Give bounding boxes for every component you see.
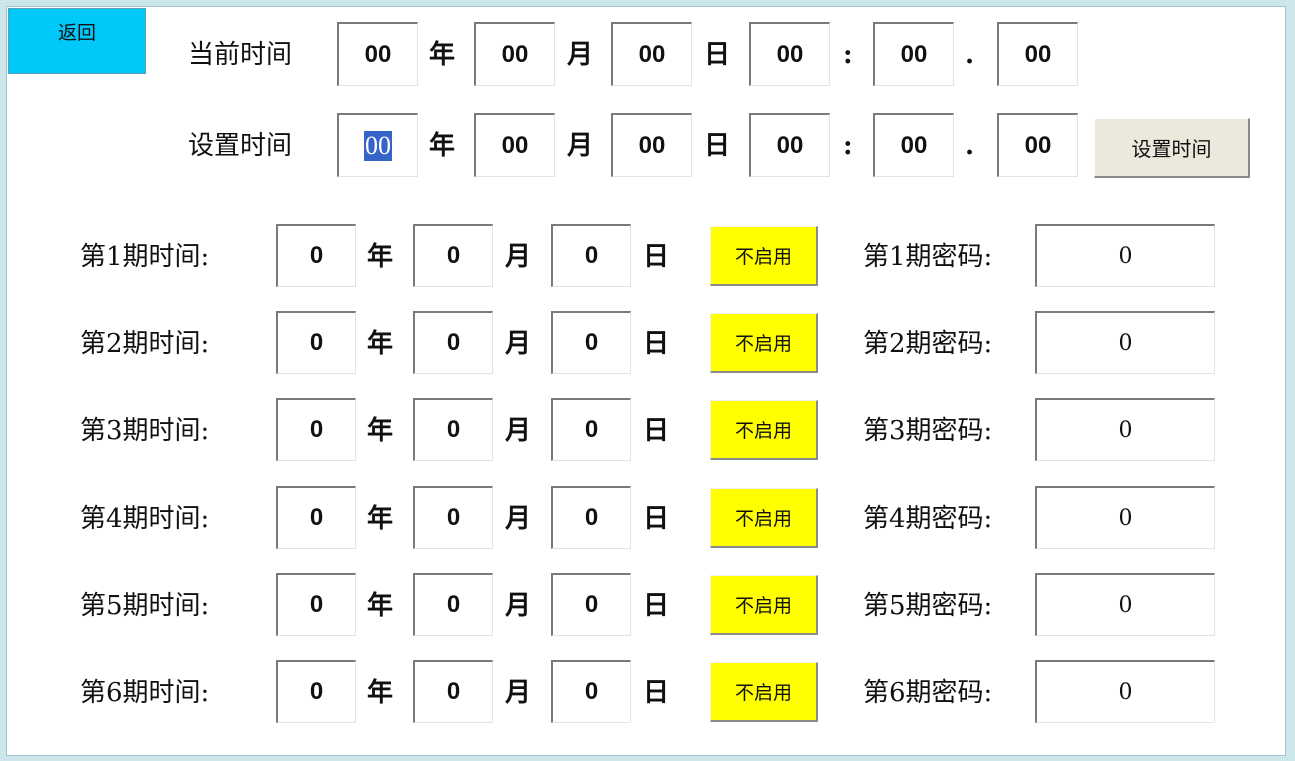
month-unit: 月: [505, 416, 532, 446]
set-time-label: 设置时间: [188, 131, 293, 161]
day-unit: 日: [643, 678, 670, 708]
period-time-label: 第6期时间:: [80, 678, 210, 708]
colon-separator: :: [843, 131, 853, 161]
period-year-field[interactable]: 0: [276, 486, 356, 549]
year-unit: 年: [367, 242, 394, 272]
period-password-field[interactable]: 0: [1035, 224, 1215, 287]
set-hour-field[interactable]: 00: [749, 113, 830, 177]
period-password-label: 第2期密码:: [863, 329, 993, 359]
dot-separator: .: [965, 131, 975, 161]
month-unit: 月: [505, 242, 532, 272]
year-unit: 年: [367, 416, 394, 446]
set-day-field[interactable]: 00: [611, 113, 692, 177]
period-disable-toggle-button[interactable]: 不启用: [710, 575, 818, 635]
period-time-label: 第5期时间:: [80, 591, 210, 621]
period-time-label: 第2期时间:: [80, 329, 210, 359]
period-month-field[interactable]: 0: [413, 311, 493, 374]
month-unit: 月: [505, 591, 532, 621]
day-unit: 日: [643, 242, 670, 272]
period-disable-toggle-button[interactable]: 不启用: [710, 662, 818, 722]
period-day-field[interactable]: 0: [551, 486, 631, 549]
period-month-field[interactable]: 0: [413, 573, 493, 636]
month-unit: 月: [505, 504, 532, 534]
day-unit: 日: [643, 504, 670, 534]
period-year-field[interactable]: 0: [276, 311, 356, 374]
current-hour-field[interactable]: 00: [749, 22, 830, 86]
year-unit: 年: [367, 329, 394, 359]
back-button[interactable]: 返回: [8, 8, 146, 74]
current-month-field[interactable]: 00: [474, 22, 555, 86]
year-unit: 年: [367, 591, 394, 621]
period-day-field[interactable]: 0: [551, 660, 631, 723]
period-time-label: 第1期时间:: [80, 242, 210, 272]
current-day-field[interactable]: 00: [611, 22, 692, 86]
period-year-field[interactable]: 0: [276, 573, 356, 636]
dot-separator: .: [965, 40, 975, 70]
period-month-field[interactable]: 0: [413, 660, 493, 723]
period-month-field[interactable]: 0: [413, 224, 493, 287]
day-unit: 日: [704, 131, 731, 161]
year-unit: 年: [429, 40, 456, 70]
period-day-field[interactable]: 0: [551, 398, 631, 461]
set-time-button[interactable]: 设置时间: [1094, 118, 1250, 178]
set-month-field[interactable]: 00: [474, 113, 555, 177]
current-time-label: 当前时间: [188, 40, 293, 70]
set-second-field[interactable]: 00: [997, 113, 1078, 177]
period-password-label: 第6期密码:: [863, 678, 993, 708]
day-unit: 日: [643, 329, 670, 359]
year-unit: 年: [429, 131, 456, 161]
period-disable-toggle-button[interactable]: 不启用: [710, 226, 818, 286]
period-day-field[interactable]: 0: [551, 573, 631, 636]
period-password-label: 第4期密码:: [863, 504, 993, 534]
month-unit: 月: [505, 329, 532, 359]
period-time-label: 第4期时间:: [80, 504, 210, 534]
year-unit: 年: [367, 504, 394, 534]
period-disable-toggle-button[interactable]: 不启用: [710, 313, 818, 373]
period-month-field[interactable]: 0: [413, 398, 493, 461]
period-password-field[interactable]: 0: [1035, 311, 1215, 374]
period-year-field[interactable]: 0: [276, 224, 356, 287]
colon-separator: :: [843, 40, 853, 70]
current-year-field[interactable]: 00: [337, 22, 418, 86]
period-day-field[interactable]: 0: [551, 311, 631, 374]
period-password-label: 第3期密码:: [863, 416, 993, 446]
period-year-field[interactable]: 0: [276, 398, 356, 461]
day-unit: 日: [643, 591, 670, 621]
period-password-field[interactable]: 0: [1035, 573, 1215, 636]
day-unit: 日: [643, 416, 670, 446]
set-year-selected-text: 00: [364, 130, 392, 161]
period-time-label: 第3期时间:: [80, 416, 210, 446]
period-disable-toggle-button[interactable]: 不启用: [710, 400, 818, 460]
current-second-field[interactable]: 00: [997, 22, 1078, 86]
month-unit: 月: [505, 678, 532, 708]
period-password-label: 第1期密码:: [863, 242, 993, 272]
day-unit: 日: [704, 40, 731, 70]
set-year-field[interactable]: 00: [337, 113, 418, 177]
period-password-field[interactable]: 0: [1035, 398, 1215, 461]
period-password-label: 第5期密码:: [863, 591, 993, 621]
period-password-field[interactable]: 0: [1035, 660, 1215, 723]
period-month-field[interactable]: 0: [413, 486, 493, 549]
period-disable-toggle-button[interactable]: 不启用: [710, 488, 818, 548]
period-password-field[interactable]: 0: [1035, 486, 1215, 549]
set-minute-field[interactable]: 00: [873, 113, 954, 177]
period-year-field[interactable]: 0: [276, 660, 356, 723]
current-minute-field[interactable]: 00: [873, 22, 954, 86]
month-unit: 月: [567, 131, 594, 161]
period-day-field[interactable]: 0: [551, 224, 631, 287]
month-unit: 月: [567, 40, 594, 70]
year-unit: 年: [367, 678, 394, 708]
